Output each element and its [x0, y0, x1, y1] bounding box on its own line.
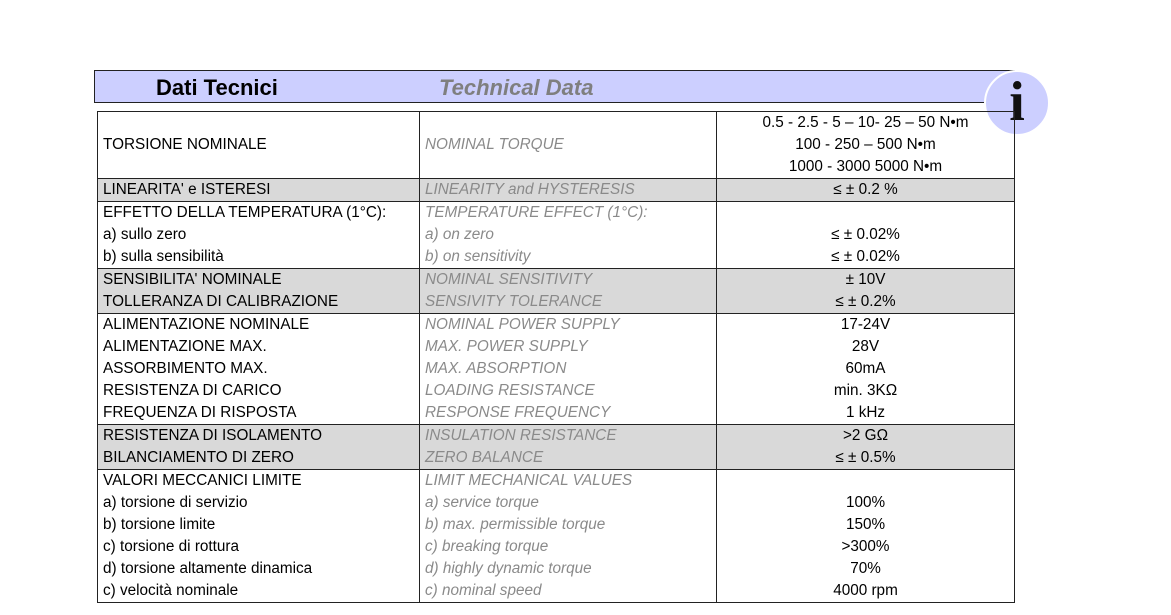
italian-label: TORSIONE NOMINALE	[103, 136, 267, 153]
italian-label: BILANCIAMENTO DI ZERO	[103, 449, 294, 466]
italian-label: d) torsione altamente dinamica	[103, 560, 313, 577]
value-text: 150%	[845, 516, 886, 533]
table-row: VALORI MECCANICI LIMITE a) torsione di s…	[97, 469, 1015, 603]
english-cell: NOMINAL SENSITIVITY SENSIVITY TOLERANCE	[419, 268, 717, 314]
english-cell: NOMINAL POWER SUPPLY MAX. POWER SUPPLY M…	[419, 313, 717, 425]
value-text: 1 kHz	[845, 404, 886, 421]
value-text: min. 3KΩ	[833, 382, 898, 399]
value-text: 100%	[845, 494, 886, 511]
italian-label: ASSORBIMENTO MAX.	[103, 360, 268, 377]
value-cell: >2 GΩ ≤ ± 0.5%	[716, 424, 1015, 470]
italian-label: EFFETTO DELLA TEMPERATURA (1°C):	[103, 204, 387, 221]
english-label: RESPONSE FREQUENCY	[425, 404, 611, 421]
table-row: RESISTENZA DI ISOLAMENTO BILANCIAMENTO D…	[97, 424, 1015, 470]
english-label: NOMINAL SENSITIVITY	[425, 271, 593, 288]
value-text: 28V	[851, 338, 880, 355]
italian-label: b) torsione limite	[103, 516, 216, 533]
italian-label: a) torsione di servizio	[103, 494, 248, 511]
italian-label: VALORI MECCANICI LIMITE	[103, 472, 302, 489]
value-text: 1000 - 3000 5000 N•m	[788, 158, 943, 175]
english-label: MAX. POWER SUPPLY	[425, 338, 588, 355]
english-label: c) nominal speed	[425, 582, 542, 599]
value-text: >300%	[841, 538, 890, 555]
italian-label: c) velocità nominale	[103, 582, 239, 599]
english-label: NOMINAL POWER SUPPLY	[425, 316, 620, 333]
value-text: 0.5 - 2.5 - 5 – 10- 25 – 50 N•m	[762, 114, 969, 131]
value-text: ≤ ± 0.02%	[831, 226, 900, 243]
english-cell: NOMINAL TORQUE	[419, 111, 717, 179]
value-text: ≤ ± 0.2%	[835, 293, 896, 310]
value-cell: ≤ ± 0.2 %	[716, 178, 1015, 202]
value-text: 4000 rpm	[833, 582, 898, 599]
italian-label: c) torsione di rottura	[103, 538, 240, 555]
italian-label: LINEARITA' e ISTERESI	[103, 181, 271, 198]
value-text	[722, 470, 1009, 492]
english-label: LOADING RESISTANCE	[425, 382, 595, 399]
value-text: ≤ ± 0.2 %	[833, 181, 898, 198]
english-label: c) breaking torque	[425, 538, 549, 555]
title-english: Technical Data	[439, 75, 594, 100]
value-text	[722, 202, 1009, 224]
italian-cell: LINEARITA' e ISTERESI	[97, 178, 420, 202]
english-label: ZERO BALANCE	[425, 449, 544, 466]
italian-label: ALIMENTAZIONE NOMINALE	[103, 316, 310, 333]
table-row: ALIMENTAZIONE NOMINALE ALIMENTAZIONE MAX…	[97, 313, 1015, 425]
value-text: ± 10V	[845, 271, 886, 288]
english-label: b) max. permissible torque	[425, 516, 606, 533]
italian-label: FREQUENZA DI RISPOSTA	[103, 404, 297, 421]
italian-label: b) sulla sensibilità	[103, 248, 224, 265]
italian-label: TOLLERANZA DI CALIBRAZIONE	[103, 293, 339, 310]
title-italian: Dati Tecnici	[156, 75, 278, 100]
value-text: 70%	[850, 560, 881, 577]
english-label: SENSIVITY TOLERANCE	[425, 293, 603, 310]
english-label: LINEARITY and HYSTERESIS	[425, 181, 635, 198]
italian-cell: ALIMENTAZIONE NOMINALE ALIMENTAZIONE MAX…	[97, 313, 420, 425]
value-text: >2 GΩ	[842, 427, 889, 444]
value-text: ≤ ± 0.02%	[831, 248, 900, 265]
table-row: EFFETTO DELLA TEMPERATURA (1°C): a) sull…	[97, 201, 1015, 269]
english-label: a) service torque	[425, 494, 539, 511]
english-label: INSULATION RESISTANCE	[425, 427, 617, 444]
english-label: MAX. ABSORPTION	[425, 360, 567, 377]
english-label: b) on sensitivity	[425, 248, 531, 265]
value-cell: 17-24V 28V 60mA min. 3KΩ 1 kHz	[716, 313, 1015, 425]
italian-cell: VALORI MECCANICI LIMITE a) torsione di s…	[97, 469, 420, 603]
value-text: 100 - 250 – 500 N•m	[795, 136, 936, 153]
italian-cell: TORSIONE NOMINALE	[97, 111, 420, 179]
value-text: ≤ ± 0.5%	[835, 449, 896, 466]
english-cell: TEMPERATURE EFFECT (1°C): a) on zero b) …	[419, 201, 717, 269]
english-cell: LINEARITY and HYSTERESIS	[419, 178, 717, 202]
italian-label: RESISTENZA DI ISOLAMENTO	[103, 427, 323, 444]
italian-label: SENSIBILITA' NOMINALE	[103, 271, 282, 288]
italian-cell: RESISTENZA DI ISOLAMENTO BILANCIAMENTO D…	[97, 424, 420, 470]
value-text: 60mA	[845, 360, 886, 377]
table-row: TORSIONE NOMINALE NOMINAL TORQUE 0.5 - 2…	[97, 111, 1015, 179]
table-row: SENSIBILITA' NOMINALE TOLLERANZA DI CALI…	[97, 268, 1015, 314]
value-cell: ≤ ± 0.02% ≤ ± 0.02%	[716, 201, 1015, 269]
technical-data-table: TORSIONE NOMINALE NOMINAL TORQUE 0.5 - 2…	[97, 111, 1015, 603]
italian-cell: SENSIBILITA' NOMINALE TOLLERANZA DI CALI…	[97, 268, 420, 314]
italian-cell: EFFETTO DELLA TEMPERATURA (1°C): a) sull…	[97, 201, 420, 269]
value-cell: 100% 150% >300% 70% 4000 rpm	[716, 469, 1015, 603]
english-label: LIMIT MECHANICAL VALUES	[425, 472, 633, 489]
english-cell: INSULATION RESISTANCE ZERO BALANCE	[419, 424, 717, 470]
technical-data-header: Dati Tecnici Technical Data	[94, 70, 1015, 103]
table-row: LINEARITA' e ISTERESI LINEARITY and HYST…	[97, 178, 1015, 202]
value-text: 17-24V	[840, 316, 891, 333]
value-cell: ± 10V ≤ ± 0.2%	[716, 268, 1015, 314]
english-label: NOMINAL TORQUE	[425, 136, 564, 153]
english-label: d) highly dynamic torque	[425, 560, 592, 577]
italian-label: RESISTENZA DI CARICO	[103, 382, 282, 399]
english-label: a) on zero	[425, 226, 494, 243]
italian-label: ALIMENTAZIONE MAX.	[103, 338, 267, 355]
english-label: TEMPERATURE EFFECT (1°C):	[425, 204, 648, 221]
english-cell: LIMIT MECHANICAL VALUES a) service torqu…	[419, 469, 717, 603]
italian-label: a) sullo zero	[103, 226, 187, 243]
value-cell: 0.5 - 2.5 - 5 – 10- 25 – 50 N•m 100 - 25…	[716, 111, 1015, 179]
